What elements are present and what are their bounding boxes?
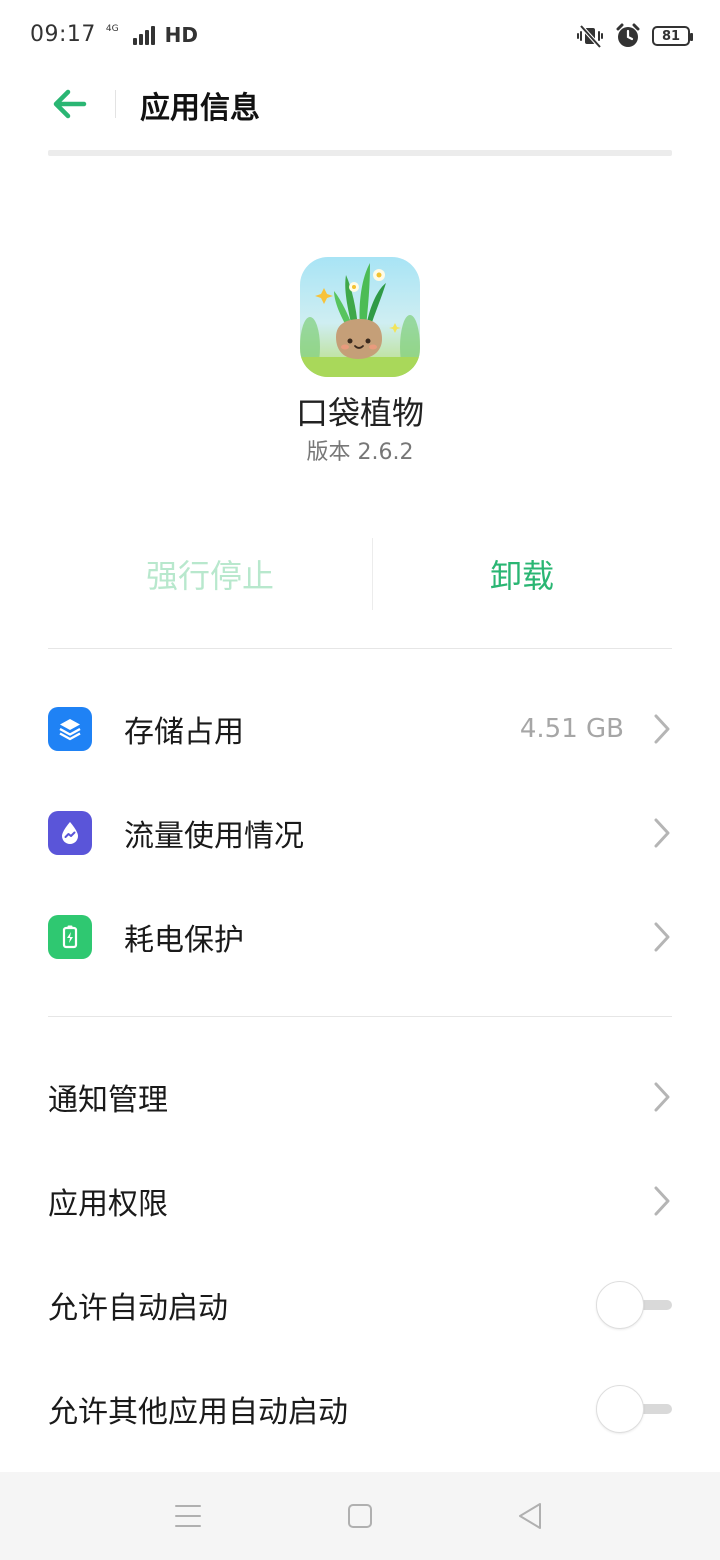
status-time: 09:17 [30,22,96,47]
data-usage-row[interactable]: 流量使用情况 [48,781,672,885]
auto-start-row: 允许自动启动 [48,1253,672,1357]
app-icon [300,257,420,377]
force-stop-button[interactable]: 强行停止 [48,538,372,610]
chevron-right-icon [654,818,670,848]
storage-value: 4.51 GB [519,714,624,744]
header-rule [48,150,672,156]
status-left: 09:17 4G HD [30,22,198,47]
alarm-icon [614,22,642,50]
signal-icon [132,25,155,45]
allow-other-apps-start-toggle[interactable] [596,1385,672,1433]
chevron-right-icon [654,714,670,744]
battery-charging-icon [48,915,92,959]
chevron-right-icon [654,922,670,952]
notification-management-row[interactable]: 通知管理 [48,1045,672,1149]
square-home-icon [348,1504,372,1528]
auto-start-toggle[interactable] [596,1281,672,1329]
battery-level: 81 [661,28,681,44]
toggle-knob [596,1385,644,1433]
menu-lines-icon [175,1505,201,1527]
page-title: 应用信息 [140,91,260,126]
home-button[interactable] [338,1496,382,1536]
battery-icon: 81 [652,26,693,46]
system-nav-bar [0,1472,720,1560]
auto-start-label: 允许自动启动 [48,1291,228,1326]
app-version: 版本 2.6.2 [306,440,414,465]
app-permissions-label: 应用权限 [48,1187,168,1222]
back-nav-button[interactable] [508,1496,552,1536]
app-info-screen: 09:17 4G HD 81 应用信息 口袋植物 版本 2.6.2 强行停止 卸… [0,0,720,1560]
storage-label: 存储占用 [124,715,244,750]
action-buttons: 强行停止 卸载 [48,538,672,610]
back-button[interactable] [48,84,92,124]
layers-icon [48,707,92,751]
data-drop-icon [48,811,92,855]
vibrate-mute-icon [576,22,604,50]
back-arrow-icon [53,89,87,119]
toggle-knob [596,1281,644,1329]
status-bar: 09:17 4G HD 81 [0,0,720,72]
battery-protection-row[interactable]: 耗电保护 [48,885,672,989]
header-divider [115,90,116,118]
section-divider [48,1016,672,1017]
uninstall-button[interactable]: 卸载 [372,538,672,610]
chevron-right-icon [654,1082,670,1112]
notification-management-label: 通知管理 [48,1083,168,1118]
data-usage-label: 流量使用情况 [124,819,304,854]
storage-row[interactable]: 存储占用 4.51 GB [48,677,672,781]
app-permissions-row[interactable]: 应用权限 [48,1149,672,1253]
section-divider [48,648,672,649]
chevron-right-icon [654,1186,670,1216]
hd-indicator: HD [164,22,198,47]
app-name: 口袋植物 [295,394,424,432]
recents-button[interactable] [166,1496,210,1536]
allow-other-apps-start-label: 允许其他应用自动启动 [48,1395,348,1430]
allow-other-apps-start-row: 允许其他应用自动启动 [48,1357,672,1461]
battery-protection-label: 耗电保护 [124,923,244,958]
triangle-back-icon [519,1503,541,1529]
network-type: 4G [105,23,119,34]
status-right: 81 [576,22,693,50]
top-app-bar: 应用信息 [0,72,720,136]
